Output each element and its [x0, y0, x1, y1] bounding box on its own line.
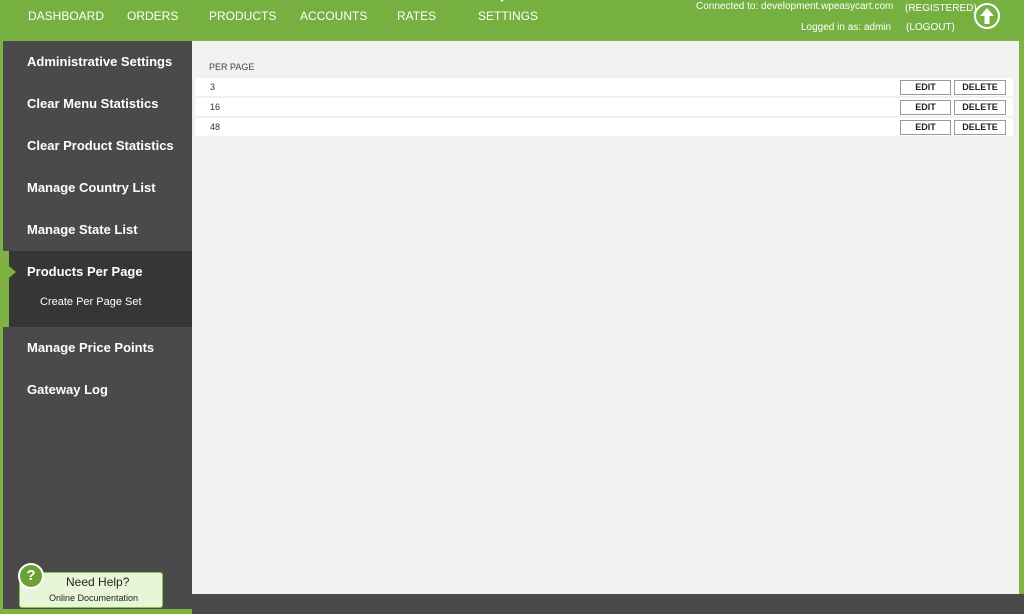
sidebar-item-administrative-settings[interactable]: Administrative Settings: [3, 41, 192, 83]
nav-active-caret-icon: [497, 0, 507, 2]
nav-accounts[interactable]: ACCOUNTS: [300, 0, 367, 32]
nav-rates[interactable]: RATES: [397, 0, 436, 32]
sidebar-item-gateway-log[interactable]: Gateway Log: [3, 369, 192, 411]
help-icon[interactable]: ?: [18, 563, 44, 589]
sidebar-item-manage-state-list[interactable]: Manage State List: [3, 209, 192, 251]
logged-in-user: Logged in as: admin: [801, 22, 892, 33]
table-row: 48 EDIT DELETE: [195, 118, 1013, 136]
nav-orders[interactable]: ORDERS: [127, 0, 178, 32]
help-title: Need Help?: [66, 575, 130, 589]
footer-strip: [192, 594, 1024, 614]
sidebar-item-manage-price-points[interactable]: Manage Price Points: [3, 327, 192, 369]
scroll-top-button[interactable]: [974, 3, 1000, 29]
sidebar-item-clear-product-statistics[interactable]: Clear Product Statistics: [3, 125, 192, 167]
nav-dashboard[interactable]: DASHBOARD: [28, 0, 104, 32]
sidebar-item-clear-menu-statistics[interactable]: Clear Menu Statistics: [3, 83, 192, 125]
nav-settings[interactable]: SETTINGS: [478, 0, 538, 32]
arrow-up-icon: [980, 8, 994, 24]
column-header-per-page: PER PAGE: [209, 62, 255, 72]
edit-button[interactable]: EDIT: [900, 100, 951, 115]
main-content: PER PAGE 3 EDIT DELETE 16 EDIT DELETE 48…: [192, 41, 1019, 594]
edit-button[interactable]: EDIT: [900, 120, 951, 135]
table-row: 16 EDIT DELETE: [195, 98, 1013, 116]
delete-button[interactable]: DELETE: [954, 100, 1006, 115]
edit-button[interactable]: EDIT: [900, 80, 951, 95]
help-subtitle[interactable]: Online Documentation: [49, 593, 138, 603]
per-page-value: 3: [210, 82, 216, 92]
registration-status: (REGISTERED): [905, 3, 977, 14]
per-page-value: 48: [210, 122, 221, 132]
connection-status: Connected to: development.wpeasycart.com: [696, 1, 894, 12]
table-row: 3 EDIT DELETE: [195, 78, 1013, 96]
top-bar: DASHBOARD ORDERS PRODUCTS ACCOUNTS RATES…: [0, 0, 1024, 40]
delete-button[interactable]: DELETE: [954, 120, 1006, 135]
per-page-value: 16: [210, 102, 221, 112]
sidebar-item-manage-country-list[interactable]: Manage Country List: [3, 167, 192, 209]
nav-products[interactable]: PRODUCTS: [209, 0, 276, 32]
sidebar-item-products-per-page[interactable]: Products Per Page: [3, 251, 192, 293]
logout-link[interactable]: (LOGOUT): [906, 22, 955, 33]
delete-button[interactable]: DELETE: [954, 80, 1006, 95]
sidebar: Administrative Settings Clear Menu Stati…: [3, 41, 192, 609]
sidebar-subitem-create-per-page-set[interactable]: Create Per Page Set: [40, 296, 142, 308]
